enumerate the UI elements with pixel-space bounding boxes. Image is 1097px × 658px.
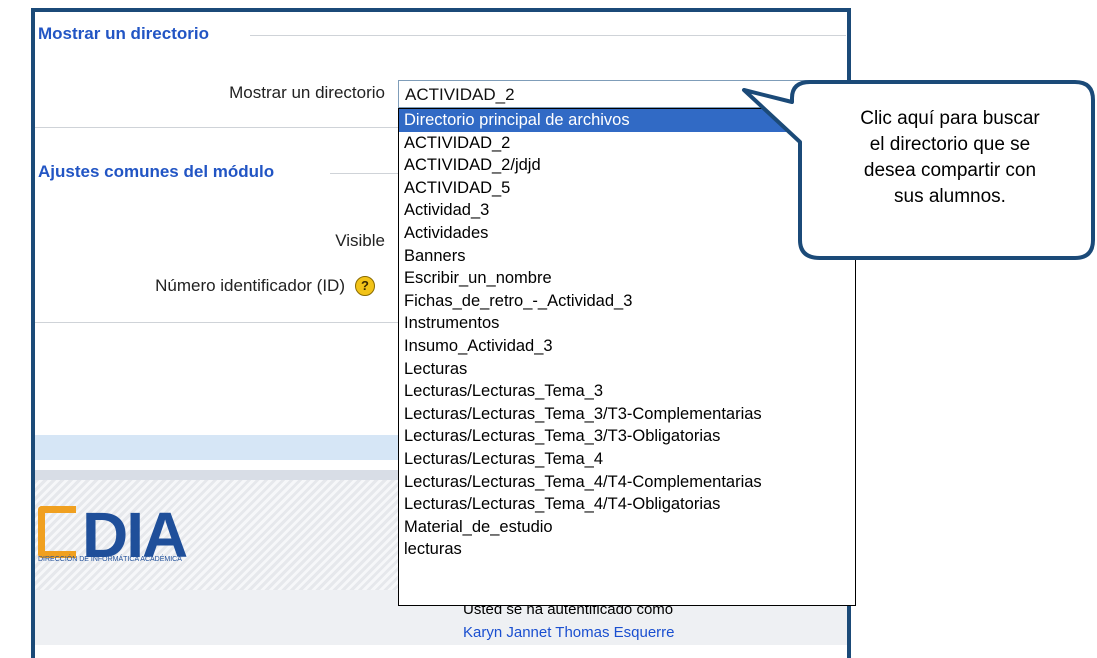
dropdown-option[interactable]: Insumo_Actividad_3: [399, 335, 855, 358]
directory-select-value: ACTIVIDAD_2: [405, 85, 515, 104]
section-divider: [35, 127, 398, 128]
user-profile-link[interactable]: Karyn Jannet Thomas Esquerre: [463, 624, 675, 641]
section-divider: [250, 35, 846, 36]
dropdown-option[interactable]: Fichas_de_retro_-_Actividad_3: [399, 290, 855, 313]
section-divider: [35, 322, 398, 323]
callout-line: desea compartir con: [863, 160, 1037, 181]
id-field-label: Número identificador (ID): [155, 276, 345, 295]
dropdown-option[interactable]: Lecturas/Lecturas_Tema_4: [399, 448, 855, 471]
help-icon[interactable]: ?: [355, 276, 375, 296]
callout-line: el directorio que se: [869, 134, 1031, 155]
section-title-ajustes: Ajustes comunes del módulo: [38, 162, 283, 182]
dropdown-option[interactable]: Lecturas: [399, 358, 855, 381]
dia-logo-subtitle: DIRECCIÓN DE INFORMÁTICA ACADÉMICA: [38, 556, 182, 563]
dropdown-option[interactable]: Escribir_un_nombre: [399, 267, 855, 290]
dropdown-option[interactable]: Material_de_estudio: [399, 516, 855, 539]
dropdown-option[interactable]: Lecturas/Lecturas_Tema_3/T3-Complementar…: [399, 403, 855, 426]
section-divider: [330, 173, 398, 174]
dropdown-option[interactable]: Lecturas/Lecturas_Tema_4/T4-Complementar…: [399, 471, 855, 494]
directory-field-label: Mostrar un directorio: [229, 83, 385, 102]
page-frame: Mostrar un directorio Mostrar un directo…: [0, 0, 1097, 658]
callout-line: sus alumnos.: [894, 186, 1006, 207]
callout-text: Clic aquí para buscar el directorio que …: [815, 106, 1085, 210]
callout-line: Clic aquí para buscar: [860, 108, 1040, 129]
dropdown-option[interactable]: lecturas: [399, 538, 855, 561]
section-title-directorio: Mostrar un directorio: [38, 24, 217, 44]
dropdown-option[interactable]: Instrumentos: [399, 312, 855, 335]
logo-bracket-icon: [38, 506, 76, 558]
visible-field-label: Visible: [335, 231, 385, 250]
dropdown-option[interactable]: Lecturas/Lecturas_Tema_3/T3-Obligatorias: [399, 425, 855, 448]
dropdown-option[interactable]: Lecturas/Lecturas_Tema_4/T4-Obligatorias: [399, 493, 855, 516]
dropdown-option[interactable]: Lecturas/Lecturas_Tema_3: [399, 380, 855, 403]
